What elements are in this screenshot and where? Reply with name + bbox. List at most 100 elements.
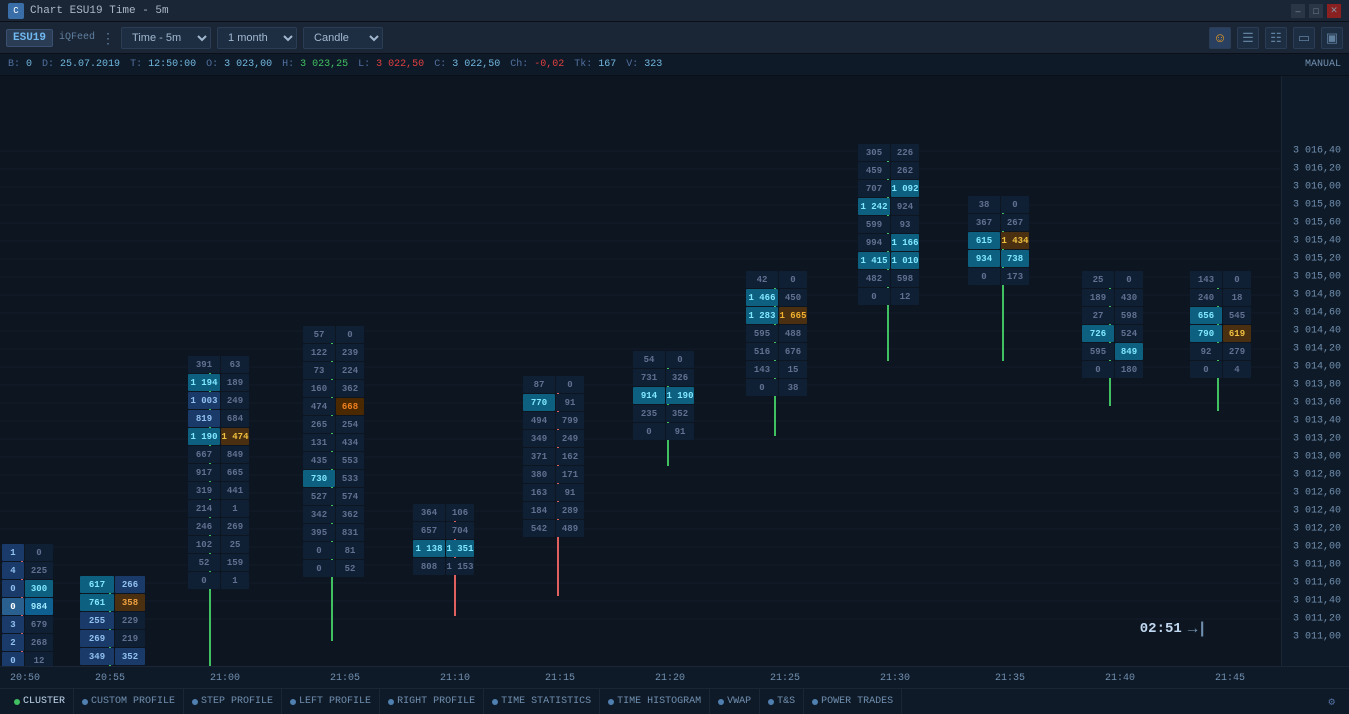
chart-type-select[interactable]: Candle Bar Line: [303, 27, 383, 49]
status-custom-profile[interactable]: CUSTOM PROFILE: [74, 689, 184, 714]
price-tick: 3 012,00: [1293, 542, 1341, 553]
chart-icon-button[interactable]: ☷: [1265, 27, 1287, 49]
price-tick: 3 013,00: [1293, 452, 1341, 463]
window-controls: – □ ✕: [1291, 4, 1341, 18]
time-row-container: 20:5020:5521:0021:0521:1021:1521:2021:25…: [0, 666, 1349, 688]
price-tick: 3 015,00: [1293, 272, 1341, 283]
step-profile-dot: [192, 699, 198, 705]
cluster-col-12: 143 0 240 18 656 545 790 619 92 279: [1190, 271, 1251, 378]
cluster-col-8: 42 0 1 466 450 1 283 1 665 595 488 516: [746, 271, 807, 396]
timeframe-select[interactable]: Time - 5m Time - 1m Time - 15m: [121, 27, 211, 49]
bid-info: B: 0: [8, 59, 32, 70]
price-tick: 3 014,40: [1293, 326, 1341, 337]
timestamp-arrow: →|: [1188, 620, 1207, 638]
expand-icon-button[interactable]: ▣: [1321, 27, 1343, 49]
price-tick: 3 016,00: [1293, 182, 1341, 193]
info-bar: B: 0 D: 25.07.2019 T: 12:50:00 O: 3 023,…: [0, 54, 1349, 76]
window-title: Chart ESU19 Time - 5m: [30, 5, 1291, 17]
close-button[interactable]: ✕: [1327, 4, 1341, 18]
price-tick: 3 013,20: [1293, 434, 1341, 445]
status-vwap[interactable]: VWAP: [710, 689, 760, 714]
time-axis: 20:5020:5521:0021:0521:1021:1521:2021:25…: [0, 666, 1349, 688]
time-tick: 20:55: [95, 673, 125, 684]
chart-and-price: 1 0 4 225 0 300 0 984 3 679: [0, 76, 1349, 666]
step-profile-label: STEP PROFILE: [201, 696, 273, 707]
cluster-dot: [14, 699, 20, 705]
price-tick: 3 016,20: [1293, 164, 1341, 175]
price-tick: 3 012,60: [1293, 488, 1341, 499]
table-icon-button[interactable]: ☰: [1237, 27, 1259, 49]
manual-label: MANUAL: [1305, 59, 1341, 70]
status-right-profile[interactable]: RIGHT PROFILE: [380, 689, 484, 714]
title-bar: C Chart ESU19 Time - 5m – □ ✕: [0, 0, 1349, 22]
vwap-dot: [718, 699, 724, 705]
time-histogram-label: TIME HISTOGRAM: [617, 696, 701, 707]
price-tick: 3 014,20: [1293, 344, 1341, 355]
left-profile-label: LEFT PROFILE: [299, 696, 371, 707]
change-info: Ch: -0,02: [510, 59, 564, 70]
maximize-button[interactable]: □: [1309, 4, 1323, 18]
time-tick: 21:15: [545, 673, 575, 684]
symbol-menu-button[interactable]: ⋮: [101, 31, 115, 45]
panel-icon-button[interactable]: ▭: [1293, 27, 1315, 49]
settings-gear[interactable]: ⚙: [1320, 695, 1343, 709]
price-tick: 3 013,80: [1293, 380, 1341, 391]
status-step-profile[interactable]: STEP PROFILE: [184, 689, 282, 714]
left-profile-dot: [290, 699, 296, 705]
cluster-col-3: 391 63 1 194 189 1 003 249 819 684 1 190: [188, 356, 249, 589]
vwap-label: VWAP: [727, 696, 751, 707]
price-tick: 3 012,80: [1293, 470, 1341, 481]
time-info: T: 12:50:00: [130, 59, 196, 70]
status-ts[interactable]: T&S: [760, 689, 804, 714]
price-tick: 3 014,60: [1293, 308, 1341, 319]
time-tick: 21:05: [330, 673, 360, 684]
price-tick: 3 011,80: [1293, 560, 1341, 571]
price-axis: 3 016,403 016,203 016,003 015,803 015,60…: [1281, 76, 1349, 666]
timestamp-display: 02:51 →|: [1140, 620, 1207, 638]
user-icon-button[interactable]: ☺: [1209, 27, 1231, 49]
minimize-button[interactable]: –: [1291, 4, 1305, 18]
status-time-histogram[interactable]: TIME HISTOGRAM: [600, 689, 710, 714]
status-left-profile[interactable]: LEFT PROFILE: [282, 689, 380, 714]
time-tick: 21:20: [655, 673, 685, 684]
chart-canvas[interactable]: 1 0 4 225 0 300 0 984 3 679: [0, 76, 1281, 666]
toolbar: ESU19 iQFeed ⋮ Time - 5m Time - 1m Time …: [0, 22, 1349, 54]
price-tick: 3 014,80: [1293, 290, 1341, 301]
price-tick: 3 012,40: [1293, 506, 1341, 517]
price-tick: 3 011,00: [1293, 632, 1341, 643]
cluster-col-10: 38 0 367 267 615 1 434 934 738 0 173: [968, 196, 1029, 285]
price-tick: 3 011,20: [1293, 614, 1341, 625]
time-tick: 21:40: [1105, 673, 1135, 684]
time-tick: 21:45: [1215, 673, 1245, 684]
time-tick: 20:50: [10, 673, 40, 684]
cluster-col-7: 54 0 731 326 914 1 190 235 352 0 91: [633, 351, 694, 440]
status-cluster[interactable]: CLUSTER: [6, 689, 74, 714]
tick-info: Tk: 167: [574, 59, 616, 70]
price-tick: 3 011,40: [1293, 596, 1341, 607]
cluster-col-6: 87 0 770 91 494 799 349 249 371 162: [523, 376, 584, 537]
price-tick: 3 016,40: [1293, 146, 1341, 157]
cluster-col-9: 305 226 459 262 707 1 092 1 242 924 599: [858, 144, 919, 305]
time-statistics-dot: [492, 699, 498, 705]
period-select[interactable]: 1 month 1 week 3 months: [217, 27, 297, 49]
ts-dot: [768, 699, 774, 705]
status-power-trades[interactable]: POWER TRADES: [804, 689, 902, 714]
price-tick: 3 015,60: [1293, 218, 1341, 229]
price-axis-labels: 3 016,403 016,203 016,003 015,803 015,60…: [1282, 76, 1345, 666]
cluster-col-1: 1 0 4 225 0 300 0 984 3 679: [2, 544, 53, 666]
power-trades-label: POWER TRADES: [821, 696, 893, 707]
power-trades-dot: [812, 699, 818, 705]
price-tick: 3 015,40: [1293, 236, 1341, 247]
status-time-statistics[interactable]: TIME STATISTICS: [484, 689, 600, 714]
app-icon: C: [8, 3, 24, 19]
right-profile-dot: [388, 699, 394, 705]
time-tick: 21:35: [995, 673, 1025, 684]
price-tick: 3 013,60: [1293, 398, 1341, 409]
high-info: H: 3 023,25: [282, 59, 348, 70]
price-tick: 3 012,20: [1293, 524, 1341, 535]
price-tick: 3 015,20: [1293, 254, 1341, 265]
time-statistics-label: TIME STATISTICS: [501, 696, 591, 707]
price-tick: 3 014,00: [1293, 362, 1341, 373]
right-profile-label: RIGHT PROFILE: [397, 696, 475, 707]
symbol-badge[interactable]: ESU19: [6, 29, 53, 47]
